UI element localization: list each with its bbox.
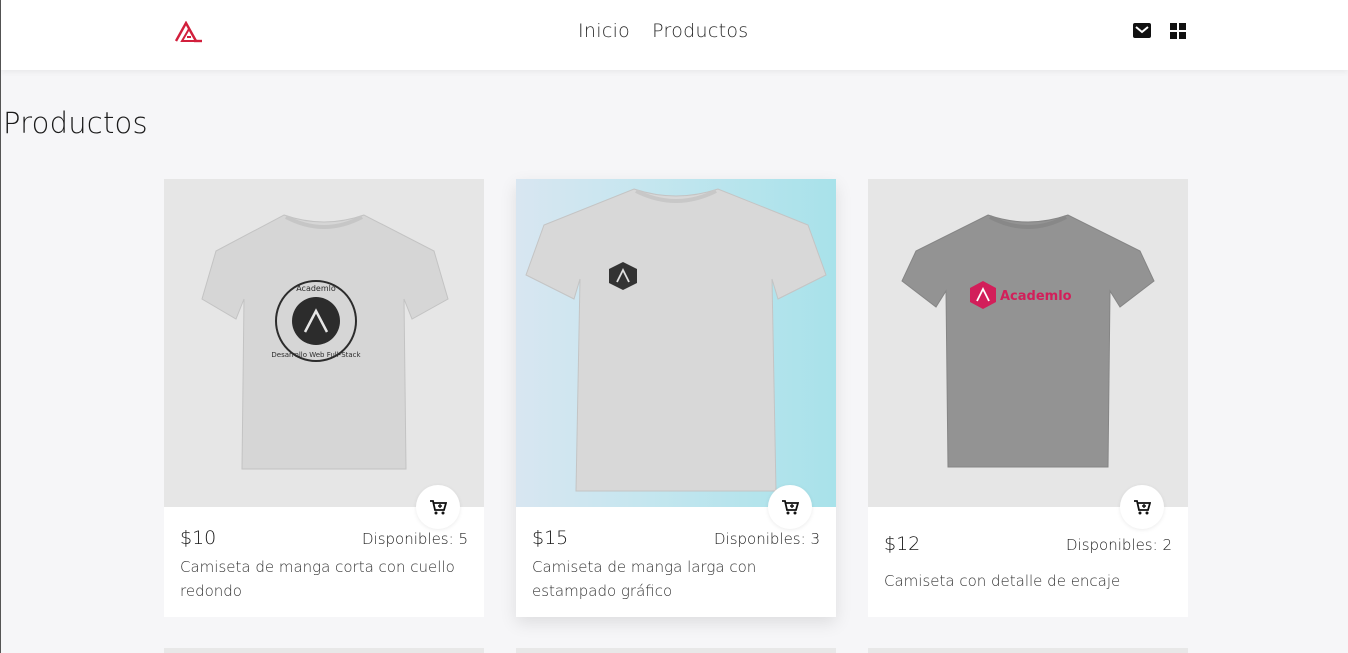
add-cart-icon (782, 500, 799, 515)
product-info: $15 Disponibles: 3 Camiseta de manga lar… (532, 527, 820, 603)
product-image[interactable]: Academlo (868, 179, 1188, 507)
product-info: $12 Disponibles: 2 Camiseta con detalle … (884, 533, 1172, 593)
product-card-partial[interactable] (164, 648, 484, 653)
navbar: Inicio Productos (1, 0, 1348, 70)
nav-link-inicio[interactable]: Inicio (578, 20, 630, 42)
add-cart-icon (1134, 500, 1151, 515)
product-card[interactable]: $15 Disponibles: 3 Camiseta de manga lar… (516, 179, 836, 617)
nav-link-productos[interactable]: Productos (652, 20, 748, 42)
product-stock: Disponibles: 2 (1065, 536, 1172, 554)
product-card-partial[interactable] (868, 648, 1188, 653)
product-price: $15 (532, 527, 569, 549)
add-cart-icon (430, 500, 447, 515)
cart-icon[interactable] (1132, 22, 1152, 40)
product-image[interactable]: Academlo Desarrollo Web Full-Stack (164, 179, 484, 507)
main-nav: Inicio Productos (578, 20, 748, 42)
tshirt-image: Academlo (901, 214, 1155, 468)
product-card[interactable]: Academlo Desarrollo Web Full-Stack $10 D… (164, 179, 484, 617)
tshirt-image (525, 188, 827, 492)
academlo-logo[interactable] (174, 21, 204, 43)
product-stock: Disponibles: 5 (361, 530, 468, 548)
product-card[interactable]: Academlo $12 Disponibles: 2 Camiseta con… (868, 179, 1188, 617)
print-text: Academlo (296, 284, 336, 293)
nav-icons (1132, 22, 1188, 40)
add-to-cart-button[interactable] (768, 485, 812, 529)
page-title: Productos (3, 106, 148, 140)
add-to-cart-button[interactable] (1120, 485, 1164, 529)
print-text: Academlo (1000, 289, 1072, 304)
add-to-cart-button[interactable] (416, 485, 460, 529)
product-price: $10 (180, 527, 217, 549)
tshirt-image: Academlo Desarrollo Web Full-Stack (201, 214, 449, 470)
grid-icon[interactable] (1168, 22, 1188, 40)
product-image[interactable] (516, 179, 836, 507)
product-stock: Disponibles: 3 (713, 530, 820, 548)
print-text: Desarrollo Web Full-Stack (271, 351, 361, 359)
product-description: Camiseta de manga larga con estampado gr… (532, 558, 757, 600)
product-card-partial[interactable] (516, 648, 836, 653)
product-price: $12 (884, 533, 921, 555)
product-description: Camiseta con detalle de encaje (884, 572, 1121, 590)
product-info: $10 Disponibles: 5 Camiseta de manga cor… (180, 527, 468, 603)
product-description: Camiseta de manga corta con cuello redon… (180, 558, 455, 600)
